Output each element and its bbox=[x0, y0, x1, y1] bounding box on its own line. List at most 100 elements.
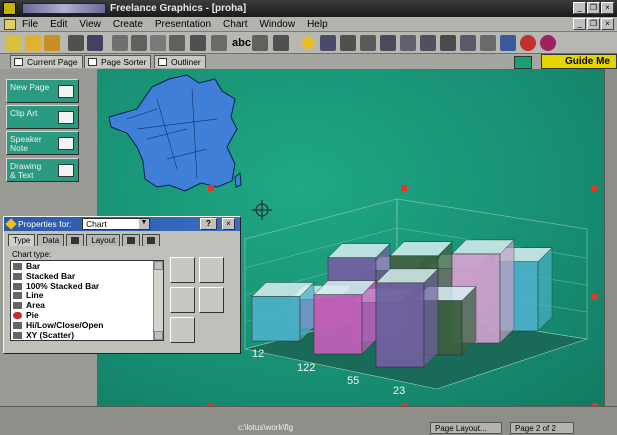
smartsuite-icon bbox=[22, 3, 106, 14]
help-button[interactable]: ? bbox=[200, 218, 217, 230]
copy-icon[interactable] bbox=[150, 35, 166, 51]
menu-create[interactable]: Create bbox=[113, 19, 143, 30]
pie-chart-icon[interactable] bbox=[520, 35, 536, 51]
minimize-button[interactable]: _ bbox=[573, 2, 586, 14]
style-vertical-bar-icon[interactable] bbox=[170, 257, 195, 283]
tab-current-page[interactable]: Current Page bbox=[10, 55, 83, 68]
page-layout-button[interactable]: Page Layout... bbox=[430, 422, 502, 434]
paste-icon[interactable] bbox=[169, 35, 185, 51]
line-icon bbox=[13, 292, 22, 300]
object-select[interactable]: Chart ▼ bbox=[82, 218, 150, 230]
vertical-scrollbar[interactable] bbox=[604, 69, 617, 406]
restore-button[interactable]: ❐ bbox=[587, 2, 600, 14]
selection-handle[interactable] bbox=[592, 185, 598, 191]
scatter-icon bbox=[13, 331, 22, 339]
drawing-text-button[interactable]: Drawing & Text bbox=[6, 158, 79, 182]
scroll-down-icon[interactable] bbox=[154, 331, 163, 340]
combo-chart-icon[interactable] bbox=[480, 35, 496, 51]
org-chart-icon[interactable] bbox=[340, 35, 356, 51]
clip-art-button[interactable]: Clip Art bbox=[6, 105, 79, 129]
guide-me-button[interactable]: Guide Me bbox=[514, 54, 617, 69]
bar-front bbox=[375, 282, 425, 368]
save-icon[interactable] bbox=[87, 35, 103, 51]
speaker-note-button[interactable]: Speaker Note bbox=[6, 131, 79, 155]
menu-edit[interactable]: Edit bbox=[50, 19, 67, 30]
style-horizontal-bar-icon[interactable] bbox=[199, 257, 224, 283]
tab-layout[interactable]: Layout bbox=[86, 234, 121, 246]
arrow-tool-icon[interactable] bbox=[273, 35, 289, 51]
style-3d-depth-icon[interactable] bbox=[170, 317, 195, 343]
undo-icon[interactable] bbox=[112, 35, 128, 51]
chart-style-gallery bbox=[170, 257, 228, 349]
new-page-icon bbox=[58, 85, 74, 98]
tab-icon-1[interactable] bbox=[66, 234, 85, 246]
tab-icon bbox=[71, 237, 80, 245]
list-item[interactable]: XY (Scatter) bbox=[11, 330, 163, 340]
open-folder-icon[interactable] bbox=[25, 35, 41, 51]
page-indicator[interactable]: Page 2 of 2 bbox=[510, 422, 574, 434]
spell-check-button[interactable]: abc bbox=[232, 37, 251, 49]
scroll-up-icon[interactable] bbox=[154, 261, 163, 270]
list-item[interactable]: Pie bbox=[11, 310, 163, 320]
smarticons-toolbar: abc bbox=[0, 32, 617, 54]
bar-chart-icon[interactable] bbox=[360, 35, 376, 51]
tab-page-sorter[interactable]: Page Sorter bbox=[84, 55, 152, 68]
style-3d-bar-icon[interactable] bbox=[170, 287, 195, 313]
print-icon[interactable] bbox=[68, 35, 84, 51]
radar-chart-icon[interactable] bbox=[500, 35, 516, 51]
menu-window[interactable]: Window bbox=[259, 19, 295, 30]
new-file-icon[interactable] bbox=[6, 35, 22, 51]
chevron-down-icon[interactable]: ▼ bbox=[139, 219, 149, 229]
tab-icon-3[interactable] bbox=[142, 234, 161, 246]
menu-help[interactable]: Help bbox=[307, 19, 328, 30]
style-3d-horizontal-icon[interactable] bbox=[199, 287, 224, 313]
doc-minimize-button[interactable]: _ bbox=[573, 18, 586, 30]
menu-view[interactable]: View bbox=[79, 19, 101, 30]
stacked-chart-icon[interactable] bbox=[380, 35, 396, 51]
bar-side bbox=[537, 247, 553, 332]
table-icon[interactable] bbox=[252, 35, 268, 51]
menu-file[interactable]: File bbox=[22, 19, 38, 30]
open-file-icon[interactable] bbox=[44, 35, 60, 51]
list-scrollbar[interactable] bbox=[153, 261, 163, 340]
dialog-close-button[interactable]: × bbox=[222, 218, 235, 230]
chart-tool-icon[interactable] bbox=[320, 35, 336, 51]
tab-data[interactable]: Data bbox=[37, 234, 65, 246]
document-icon[interactable] bbox=[4, 19, 16, 30]
list-item[interactable]: Line bbox=[11, 290, 163, 300]
tab-type[interactable]: Type bbox=[8, 234, 36, 246]
menu-chart[interactable]: Chart bbox=[223, 19, 247, 30]
text-icon[interactable] bbox=[190, 35, 206, 51]
list-item[interactable]: Hi/Low/Close/Open bbox=[11, 320, 163, 330]
bar-icon bbox=[13, 263, 22, 270]
area-chart-icon[interactable] bbox=[400, 35, 416, 51]
area-icon bbox=[13, 302, 22, 310]
close-button[interactable]: × bbox=[601, 2, 614, 14]
list-item[interactable]: Stacked Bar bbox=[11, 271, 163, 281]
donut-chart-icon[interactable] bbox=[540, 35, 556, 51]
list-item[interactable]: 100% Stacked Bar bbox=[11, 281, 163, 291]
menu-presentation[interactable]: Presentation bbox=[155, 19, 211, 30]
doc-close-button[interactable]: × bbox=[601, 18, 614, 30]
bar-side bbox=[499, 239, 515, 344]
selection-handle[interactable] bbox=[592, 294, 598, 300]
dialog-title-bar[interactable]: Properties for: Chart ▼ ? × bbox=[4, 217, 240, 231]
chart-type-list[interactable]: Bar Stacked Bar 100% Stacked Bar Line Ar… bbox=[10, 260, 164, 341]
tick-label: 12 bbox=[252, 348, 264, 360]
tab-icon-2[interactable] bbox=[122, 234, 141, 246]
xy-chart-icon[interactable] bbox=[460, 35, 476, 51]
tab-outliner[interactable]: Outliner bbox=[154, 55, 206, 68]
new-page-button[interactable]: New Page bbox=[6, 79, 79, 103]
bold-icon[interactable] bbox=[211, 35, 227, 51]
cut-icon[interactable] bbox=[131, 35, 147, 51]
list-item[interactable]: Area bbox=[11, 300, 163, 310]
doc-restore-button[interactable]: ❐ bbox=[587, 18, 600, 30]
selection-handle[interactable] bbox=[401, 185, 407, 191]
diamond-icon[interactable] bbox=[300, 35, 316, 51]
chart-3d-bar[interactable]: 12 122 55 23 bbox=[244, 198, 588, 397]
selection-handle[interactable] bbox=[208, 185, 214, 191]
percent-bar-icon bbox=[13, 282, 22, 290]
hilow-chart-icon[interactable] bbox=[440, 35, 456, 51]
list-item[interactable]: Bar bbox=[11, 261, 163, 271]
line-chart-icon[interactable] bbox=[420, 35, 436, 51]
